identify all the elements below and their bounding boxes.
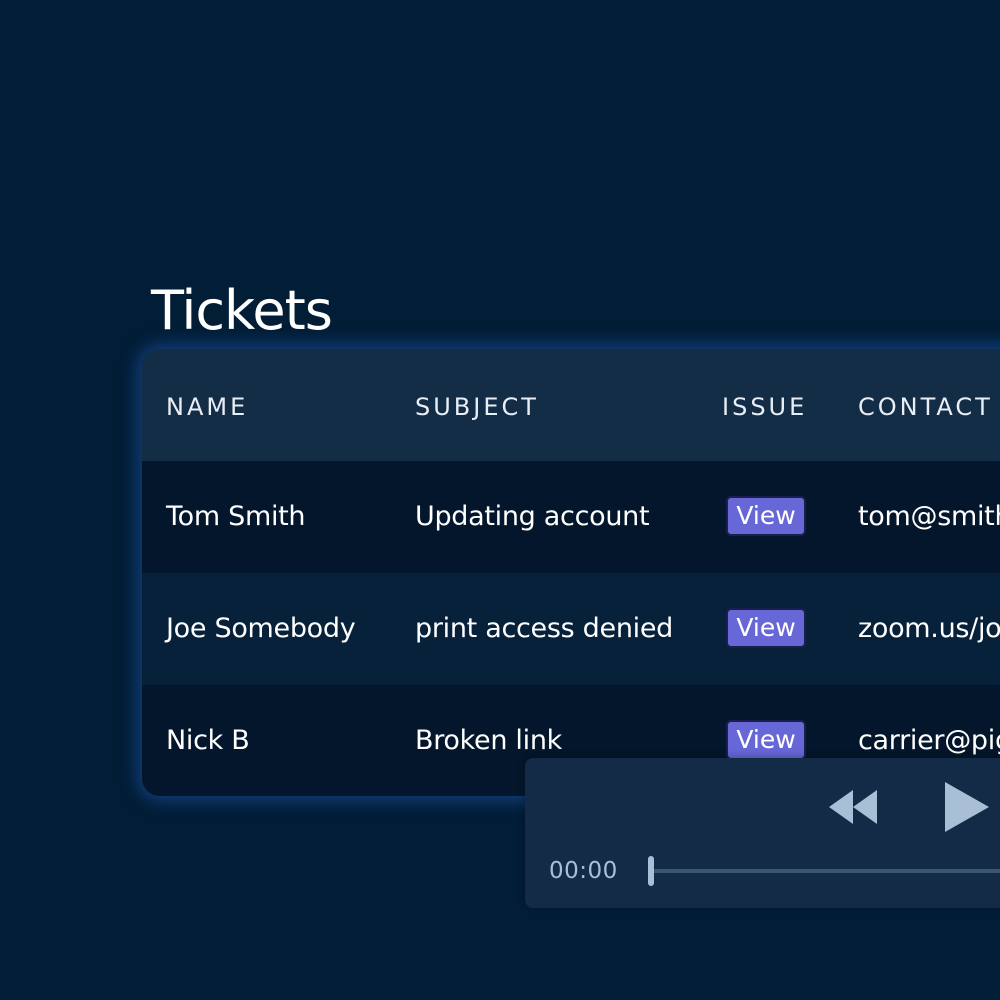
cell-subject: Broken link bbox=[415, 725, 562, 756]
table-header-row: NAME SUBJECT ISSUE CONTACT bbox=[142, 349, 1000, 461]
cell-name: Joe Somebody bbox=[166, 613, 356, 644]
cell-subject: print access denied bbox=[415, 613, 673, 644]
playback-time: 00:00 bbox=[549, 858, 618, 884]
progress-handle[interactable] bbox=[648, 856, 654, 886]
media-player: 00:00 bbox=[525, 758, 1000, 908]
cell-contact[interactable]: zoom.us/jo bbox=[858, 613, 1000, 644]
column-header-issue[interactable]: ISSUE bbox=[722, 393, 807, 421]
table-row[interactable]: Joe Somebody print access denied View zo… bbox=[142, 573, 1000, 685]
cell-name: Nick B bbox=[166, 725, 250, 756]
table-row[interactable]: Tom Smith Updating account View tom@smit… bbox=[142, 461, 1000, 573]
cell-contact[interactable]: carrier@pig bbox=[858, 725, 1000, 756]
cell-contact[interactable]: tom@smith bbox=[858, 501, 1000, 532]
rewind-icon[interactable] bbox=[829, 790, 881, 824]
cell-subject: Updating account bbox=[415, 501, 650, 532]
view-issue-button[interactable]: View bbox=[726, 720, 806, 760]
view-issue-button[interactable]: View bbox=[726, 608, 806, 648]
cell-name: Tom Smith bbox=[166, 501, 306, 532]
tickets-table: NAME SUBJECT ISSUE CONTACT Tom Smith Upd… bbox=[142, 349, 1000, 796]
tickets-page: Tickets NAME SUBJECT ISSUE CONTACT Tom S… bbox=[0, 0, 1000, 1000]
column-header-subject[interactable]: SUBJECT bbox=[415, 393, 539, 421]
progress-track[interactable] bbox=[653, 869, 1000, 873]
view-issue-button[interactable]: View bbox=[726, 496, 806, 536]
page-title: Tickets bbox=[151, 279, 333, 342]
column-header-contact[interactable]: CONTACT bbox=[858, 393, 993, 421]
play-icon[interactable] bbox=[943, 780, 991, 834]
column-header-name[interactable]: NAME bbox=[166, 393, 248, 421]
